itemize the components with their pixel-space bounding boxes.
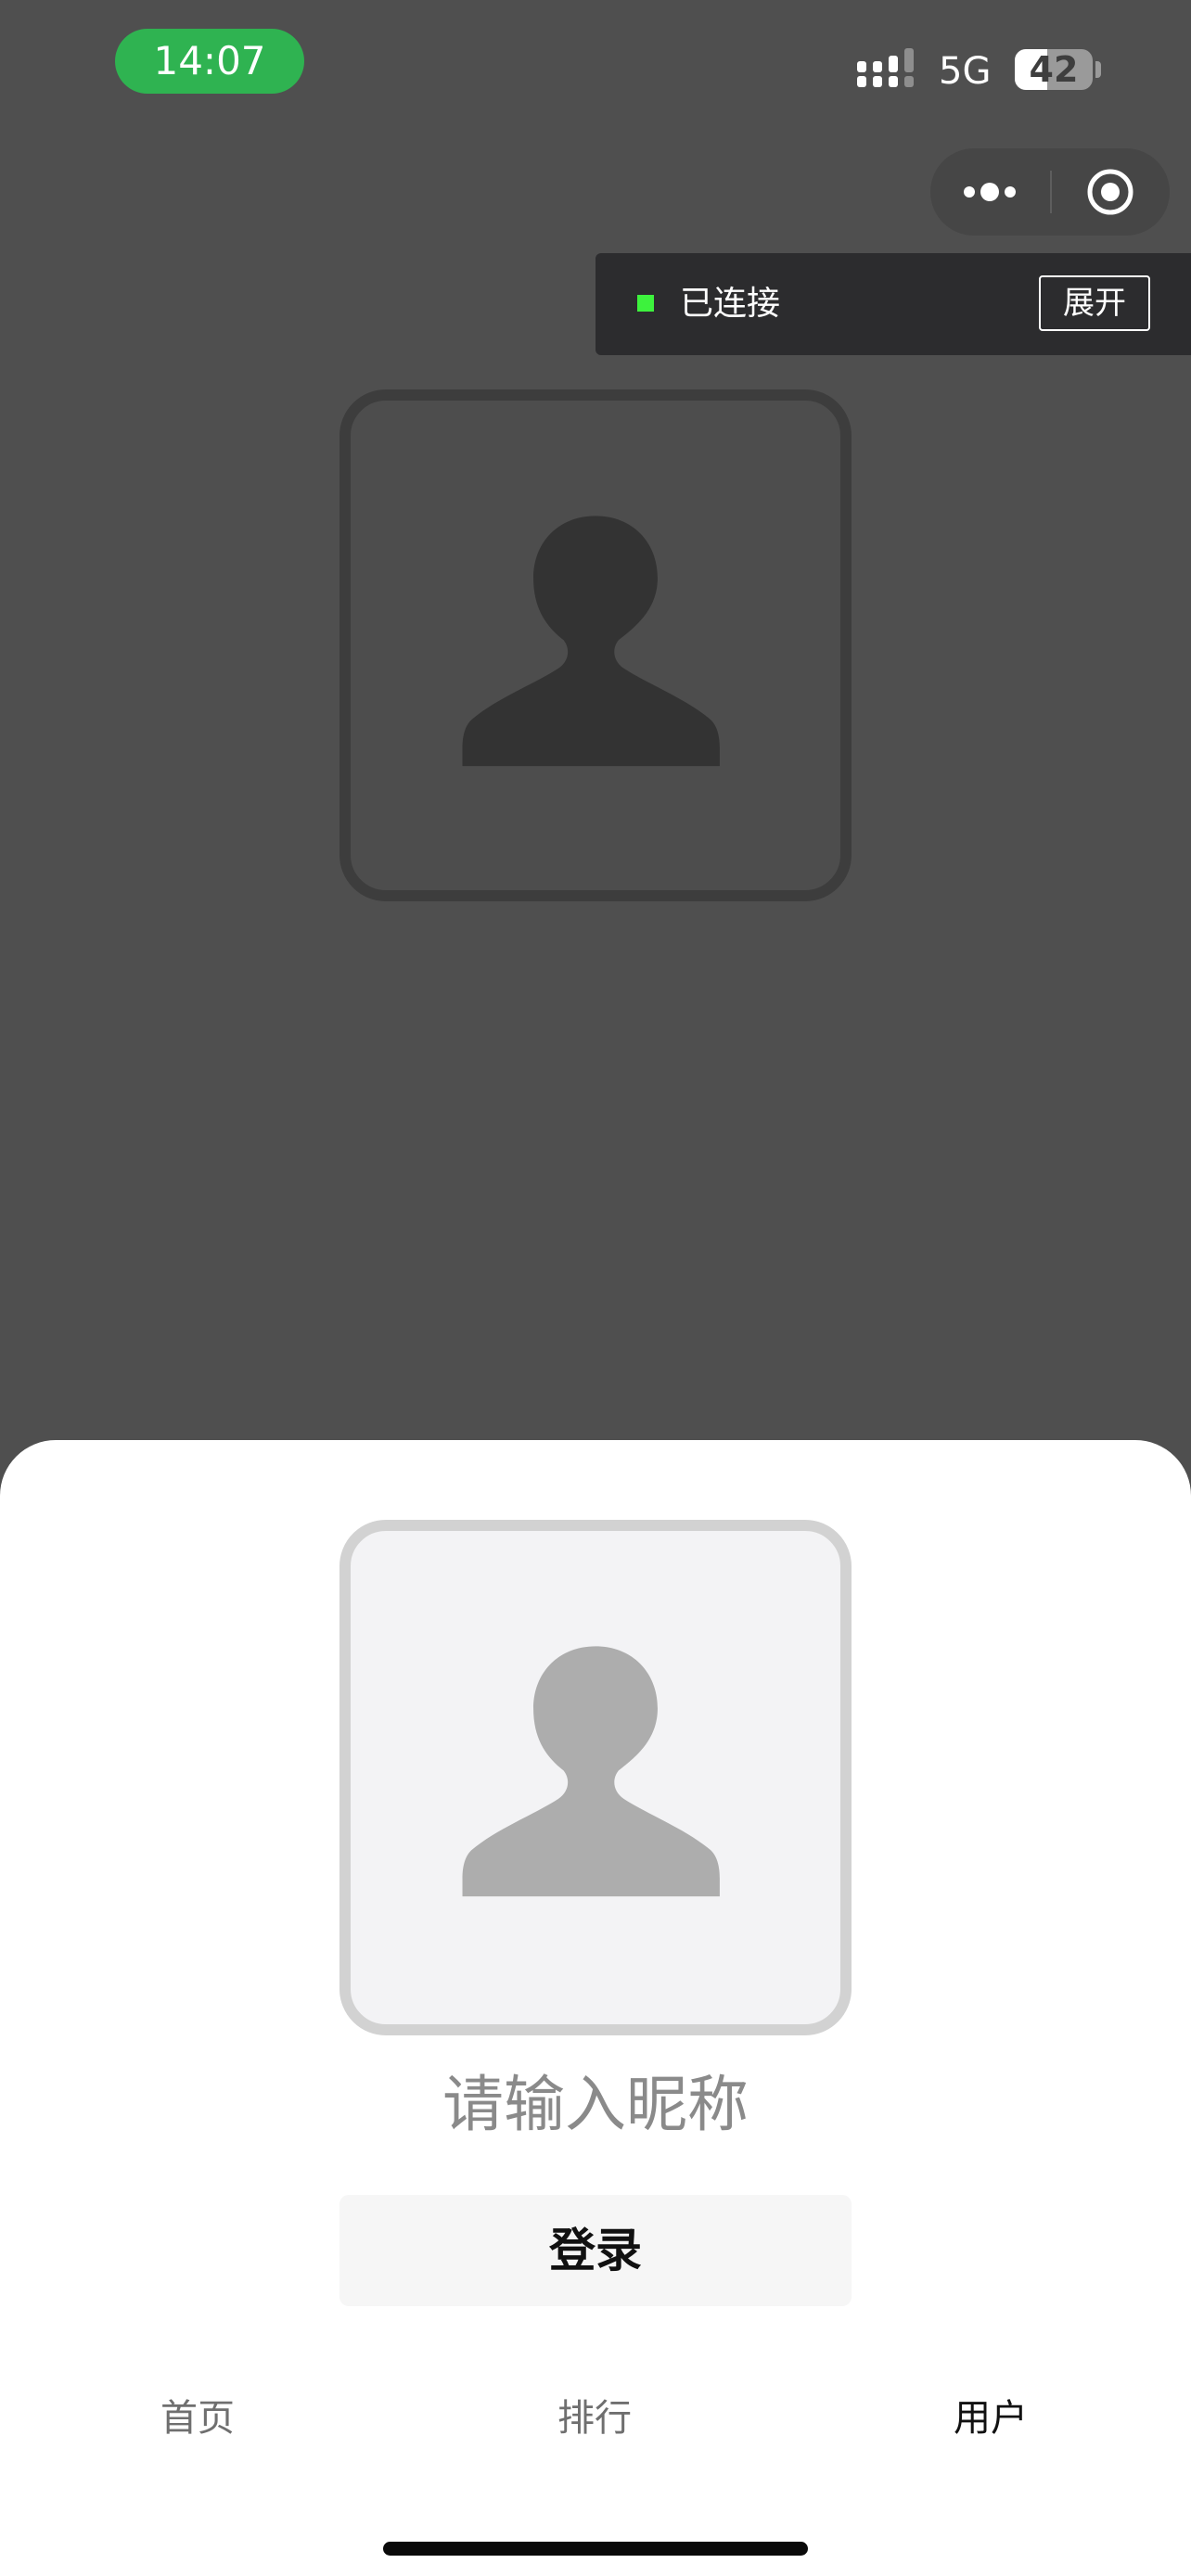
battery-level-text: 42 (1029, 49, 1079, 90)
more-icon[interactable] (960, 173, 1019, 210)
battery-tip (1095, 61, 1101, 78)
connection-indicator-icon (637, 295, 654, 312)
background-avatar (339, 389, 852, 901)
capsule-divider (1050, 171, 1052, 213)
signal-icon (857, 48, 914, 87)
connection-status-text: 已连接 (680, 285, 781, 323)
tab-user[interactable]: 用户 (852, 2386, 1130, 2451)
app-screen: 14:07 5G 42 已连接 展开 请输入昵称 登录 首页 排行 用户 (0, 0, 1191, 2576)
miniprogram-capsule (930, 148, 1170, 236)
user-silhouette-icon (462, 516, 720, 767)
user-silhouette-icon (462, 1646, 720, 1897)
close-miniprogram-icon[interactable] (1086, 168, 1134, 216)
status-time: 14:07 (115, 29, 304, 94)
tab-ranking[interactable]: 排行 (455, 2386, 734, 2451)
tab-home[interactable]: 首页 (58, 2386, 337, 2451)
nickname-input[interactable] (339, 2058, 852, 2150)
network-type-label: 5G (939, 50, 992, 93)
home-indicator (383, 2542, 808, 2556)
expand-button[interactable]: 展开 (1039, 275, 1150, 331)
login-sheet: 登录 首页 排行 用户 (0, 1440, 1191, 2576)
battery-icon: 42 (1015, 49, 1093, 90)
login-button[interactable]: 登录 (339, 2195, 852, 2306)
avatar-picker[interactable] (339, 1520, 852, 2035)
connection-status-bar: 已连接 展开 (596, 253, 1191, 355)
